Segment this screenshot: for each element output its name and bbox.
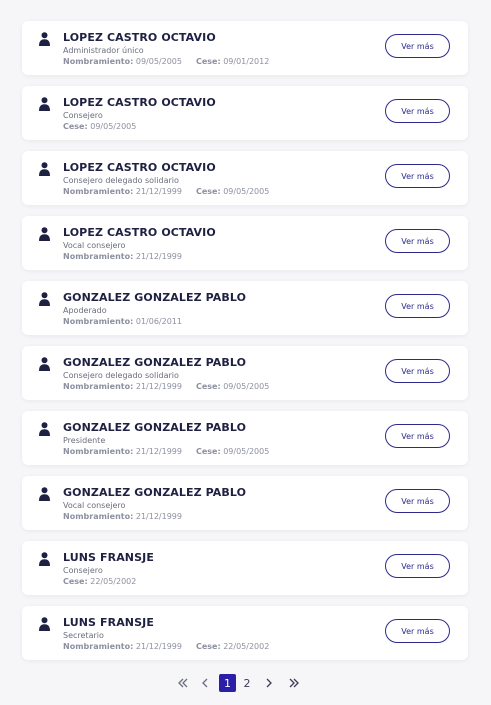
nombramiento-date: 21/12/1999 <box>135 447 182 456</box>
person-icon <box>39 487 50 501</box>
page-1-button[interactable]: 1 <box>219 674 236 692</box>
person-icon <box>39 617 50 631</box>
officer-role: Vocal consejero <box>63 501 126 510</box>
officer-role: Presidente <box>63 436 106 445</box>
officer-dates: Nombramiento: 21/12/1999 <box>63 252 182 261</box>
officer-name: GONZALEZ GONZALEZ PABLO <box>63 356 247 369</box>
cese-date: 09/01/2012 <box>223 57 270 66</box>
person-icon <box>39 292 50 306</box>
officer-role: Apoderado <box>63 306 107 315</box>
officer-dates: Nombramiento: 21/12/1999 Cese: 09/05/2005 <box>63 187 269 196</box>
officer-dates: Nombramiento: 01/06/2011 <box>63 317 182 326</box>
cese-label: Cese: <box>195 187 221 196</box>
cese-label: Cese: <box>195 382 221 391</box>
nombramiento-label: Nombramiento: <box>63 317 134 326</box>
nombramiento-label: Nombramiento: <box>63 252 134 261</box>
officer-name: LUNS FRANSJE <box>63 616 154 629</box>
officer-name: LUNS FRANSJE <box>63 551 154 564</box>
ver-mas-button[interactable]: Ver más <box>385 99 450 123</box>
officer-name: GONZALEZ GONZALEZ PABLO <box>63 486 247 499</box>
officer-dates: Nombramiento: 21/12/1999 Cese: 09/05/2005 <box>63 447 269 456</box>
nombramiento-date: 21/12/1999 <box>135 512 182 521</box>
officer-role: Consejero <box>63 566 103 575</box>
pagination: 1 2 <box>0 674 491 694</box>
officer-role: Vocal consejero <box>63 241 126 250</box>
cese-label: Cese: <box>195 57 221 66</box>
officer-card: LOPEZ CASTRO OCTAVIO Vocal consejero Nom… <box>22 216 468 270</box>
officer-dates: Cese: 22/05/2002 <box>63 577 136 586</box>
nombramiento-date: 21/12/1999 <box>135 187 182 196</box>
cese-date: 09/05/2005 <box>223 447 270 456</box>
cese-date: 09/05/2005 <box>223 187 270 196</box>
officer-name: LOPEZ CASTRO OCTAVIO <box>63 226 216 239</box>
ver-mas-button[interactable]: Ver más <box>385 359 450 383</box>
ver-mas-button[interactable]: Ver más <box>385 619 450 643</box>
chevron-left-icon[interactable] <box>199 674 211 692</box>
cese-date: 22/05/2002 <box>90 577 137 586</box>
officer-card: LOPEZ CASTRO OCTAVIO Consejero Cese: 09/… <box>22 86 468 140</box>
officer-role: Consejero delegado solidario <box>63 371 179 380</box>
person-icon <box>39 97 50 111</box>
double-chevron-left-icon[interactable] <box>176 674 190 692</box>
ver-mas-button[interactable]: Ver más <box>385 34 450 58</box>
cese-label: Cese: <box>63 122 88 131</box>
cese-date: 09/05/2005 <box>90 122 137 131</box>
officer-dates: Nombramiento: 09/05/2005 Cese: 09/01/2012 <box>63 57 269 66</box>
nombramiento-date: 21/12/1999 <box>135 382 182 391</box>
double-chevron-right-icon[interactable] <box>287 674 301 692</box>
nombramiento-label: Nombramiento: <box>63 382 134 391</box>
ver-mas-button[interactable]: Ver más <box>385 294 450 318</box>
ver-mas-button[interactable]: Ver más <box>385 489 450 513</box>
officer-card: GONZALEZ GONZALEZ PABLO Consejero delega… <box>22 346 468 400</box>
officer-card: LUNS FRANSJE Consejero Cese: 22/05/2002 … <box>22 541 468 595</box>
person-icon <box>39 162 50 176</box>
officer-dates: Cese: 09/05/2005 <box>63 122 136 131</box>
officer-name: LOPEZ CASTRO OCTAVIO <box>63 96 216 109</box>
cese-label: Cese: <box>195 642 221 651</box>
officer-card: GONZALEZ GONZALEZ PABLO Vocal consejero … <box>22 476 468 530</box>
person-icon <box>39 552 50 566</box>
nombramiento-date: 21/12/1999 <box>135 642 182 651</box>
nombramiento-date: 09/05/2005 <box>135 57 182 66</box>
officer-name: GONZALEZ GONZALEZ PABLO <box>63 421 247 434</box>
nombramiento-label: Nombramiento: <box>63 57 134 66</box>
officer-name: LOPEZ CASTRO OCTAVIO <box>63 31 216 44</box>
officer-role: Secretario <box>63 631 104 640</box>
cese-date: 22/05/2002 <box>223 642 270 651</box>
officer-dates: Nombramiento: 21/12/1999 Cese: 22/05/2002 <box>63 642 269 651</box>
officer-card: GONZALEZ GONZALEZ PABLO Apoderado Nombra… <box>22 281 468 335</box>
officer-card: GONZALEZ GONZALEZ PABLO Presidente Nombr… <box>22 411 468 465</box>
person-icon <box>39 32 50 46</box>
nombramiento-label: Nombramiento: <box>63 187 134 196</box>
page-2-button[interactable]: 2 <box>240 674 254 692</box>
ver-mas-button[interactable]: Ver más <box>385 229 450 253</box>
officer-dates: Nombramiento: 21/12/1999 Cese: 09/05/2005 <box>63 382 269 391</box>
officer-role: Administrador único <box>63 46 144 55</box>
person-icon <box>39 227 50 241</box>
chevron-right-icon[interactable] <box>263 674 275 692</box>
nombramiento-date: 21/12/1999 <box>135 252 182 261</box>
officer-dates: Nombramiento: 21/12/1999 <box>63 512 182 521</box>
nombramiento-label: Nombramiento: <box>63 512 134 521</box>
ver-mas-button[interactable]: Ver más <box>385 164 450 188</box>
ver-mas-button[interactable]: Ver más <box>385 424 450 448</box>
nombramiento-label: Nombramiento: <box>63 642 134 651</box>
officer-role: Consejero <box>63 111 103 120</box>
cese-label: Cese: <box>63 577 88 586</box>
nombramiento-label: Nombramiento: <box>63 447 134 456</box>
ver-mas-button[interactable]: Ver más <box>385 554 450 578</box>
officer-card: LOPEZ CASTRO OCTAVIO Consejero delegado … <box>22 151 468 205</box>
nombramiento-date: 01/06/2011 <box>135 317 182 326</box>
officer-name: GONZALEZ GONZALEZ PABLO <box>63 291 247 304</box>
officer-role: Consejero delegado solidario <box>63 176 179 185</box>
person-icon <box>39 357 50 371</box>
person-icon <box>39 422 50 436</box>
cese-label: Cese: <box>195 447 221 456</box>
officer-name: LOPEZ CASTRO OCTAVIO <box>63 161 216 174</box>
officer-card: LUNS FRANSJE Secretario Nombramiento: 21… <box>22 606 468 660</box>
officer-card: LOPEZ CASTRO OCTAVIO Administrador único… <box>22 21 468 75</box>
cese-date: 09/05/2005 <box>223 382 270 391</box>
